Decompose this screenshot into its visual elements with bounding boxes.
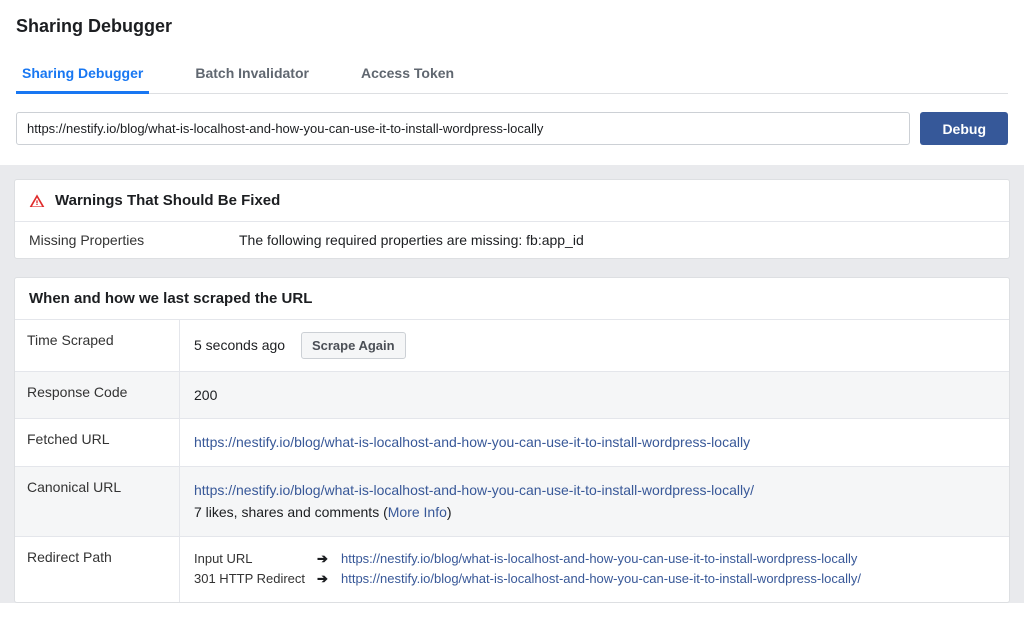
canonical-stats-suffix: ) (447, 504, 452, 520)
url-input[interactable] (16, 112, 910, 145)
row-response-code: Response Code 200 (15, 371, 1009, 418)
time-scraped-value: 5 seconds ago Scrape Again (180, 320, 1009, 371)
scrape-again-button[interactable]: Scrape Again (301, 332, 406, 359)
redirect-item-url[interactable]: https://nestify.io/blog/what-is-localhos… (341, 549, 857, 570)
redirect-path-value: Input URL ➔ https://nestify.io/blog/what… (180, 537, 1009, 603)
canonical-stats-prefix: 7 likes, shares and comments ( (194, 504, 388, 520)
tab-access-token[interactable]: Access Token (355, 55, 460, 93)
row-redirect-path: Redirect Path Input URL ➔ https://nestif… (15, 536, 1009, 603)
page-title: Sharing Debugger (16, 16, 1008, 37)
arrow-right-icon: ➔ (317, 549, 333, 570)
redirect-path-label: Redirect Path (15, 537, 180, 603)
redirect-item: 301 HTTP Redirect ➔ https://nestify.io/b… (194, 569, 995, 590)
scrape-table: Time Scraped 5 seconds ago Scrape Again … (15, 319, 1009, 602)
debug-input-row: Debug (16, 112, 1008, 145)
row-fetched-url: Fetched URL https://nestify.io/blog/what… (15, 418, 1009, 465)
time-scraped-label: Time Scraped (15, 320, 180, 371)
scrape-card: When and how we last scraped the URL Tim… (14, 277, 1010, 603)
warning-label: Missing Properties (29, 232, 239, 248)
scrape-heading: When and how we last scraped the URL (15, 278, 1009, 319)
redirect-item-label: 301 HTTP Redirect (194, 569, 309, 590)
tab-sharing-debugger[interactable]: Sharing Debugger (16, 55, 149, 93)
row-canonical-url: Canonical URL https://nestify.io/blog/wh… (15, 466, 1009, 536)
more-info-link[interactable]: More Info (388, 504, 447, 520)
redirect-item-label: Input URL (194, 549, 309, 570)
arrow-right-icon: ➔ (317, 569, 333, 590)
time-scraped-text: 5 seconds ago (194, 337, 285, 353)
results-area: Warnings That Should Be Fixed Missing Pr… (0, 165, 1024, 603)
redirect-item: Input URL ➔ https://nestify.io/blog/what… (194, 549, 995, 570)
canonical-url-link[interactable]: https://nestify.io/blog/what-is-localhos… (194, 482, 754, 498)
warning-icon (29, 193, 45, 209)
debug-button[interactable]: Debug (920, 112, 1008, 145)
response-code-label: Response Code (15, 372, 180, 418)
fetched-url-value: https://nestify.io/blog/what-is-localhos… (180, 419, 1009, 465)
warning-row: Missing Properties The following require… (15, 221, 1009, 258)
row-time-scraped: Time Scraped 5 seconds ago Scrape Again (15, 319, 1009, 371)
fetched-url-link[interactable]: https://nestify.io/blog/what-is-localhos… (194, 434, 750, 450)
fetched-url-label: Fetched URL (15, 419, 180, 465)
canonical-url-value: https://nestify.io/blog/what-is-localhos… (180, 467, 1009, 536)
warning-value: The following required properties are mi… (239, 232, 995, 248)
scrape-heading-text: When and how we last scraped the URL (29, 290, 312, 307)
warnings-heading-text: Warnings That Should Be Fixed (55, 192, 280, 209)
tabs: Sharing Debugger Batch Invalidator Acces… (16, 55, 1008, 94)
warnings-heading: Warnings That Should Be Fixed (15, 180, 1009, 221)
response-code-value: 200 (180, 372, 1009, 418)
tab-batch-invalidator[interactable]: Batch Invalidator (189, 55, 315, 93)
warnings-card: Warnings That Should Be Fixed Missing Pr… (14, 179, 1010, 259)
redirect-item-url[interactable]: https://nestify.io/blog/what-is-localhos… (341, 569, 861, 590)
canonical-url-label: Canonical URL (15, 467, 180, 536)
